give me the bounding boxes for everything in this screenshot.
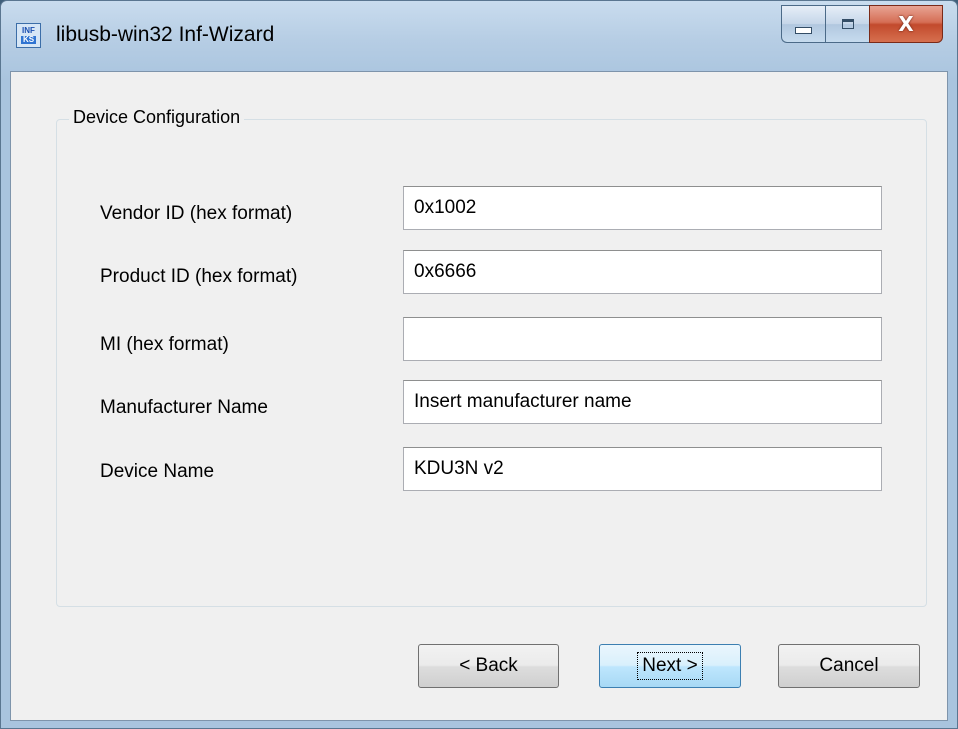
app-icon-bottom-text: KS [20,35,37,44]
minimize-button[interactable] [781,5,825,43]
app-icon-top-text: INF [22,26,35,35]
dialog-client-area: Device Configuration Vendor ID (hex form… [10,71,948,721]
window-title: libusb-win32 Inf-Wizard [56,23,275,46]
mi-input[interactable] [403,317,882,361]
next-button[interactable]: Next > [599,644,741,688]
manufacturer-name-input[interactable] [403,380,882,424]
inf-wizard-app-icon: INF KS [16,23,41,48]
back-button-label: < Back [459,655,518,676]
device-name-label: Device Name [100,461,215,482]
cancel-button-label: Cancel [819,655,879,676]
close-button[interactable]: X [869,5,943,43]
inf-wizard-window: INF KS libusb-win32 Inf-Wizard X Device … [0,0,958,729]
cancel-button[interactable]: Cancel [778,644,920,688]
group-title: Device Configuration [69,107,245,128]
vendor-id-label: Vendor ID (hex format) [100,203,293,224]
caption-buttons: X [781,5,943,43]
product-id-label: Product ID (hex format) [100,266,298,287]
next-button-label: Next > [637,652,703,680]
maximize-icon [841,19,854,29]
title-bar[interactable]: INF KS libusb-win32 Inf-Wizard X [1,1,957,71]
minimize-icon [795,26,812,34]
manufacturer-name-label: Manufacturer Name [100,397,268,418]
device-name-input[interactable] [403,447,882,491]
back-button[interactable]: < Back [418,644,559,688]
product-id-input[interactable] [403,250,882,294]
vendor-id-input[interactable] [403,186,882,230]
maximize-button[interactable] [825,5,869,43]
mi-label: MI (hex format) [100,334,229,355]
close-icon: X [898,12,914,36]
